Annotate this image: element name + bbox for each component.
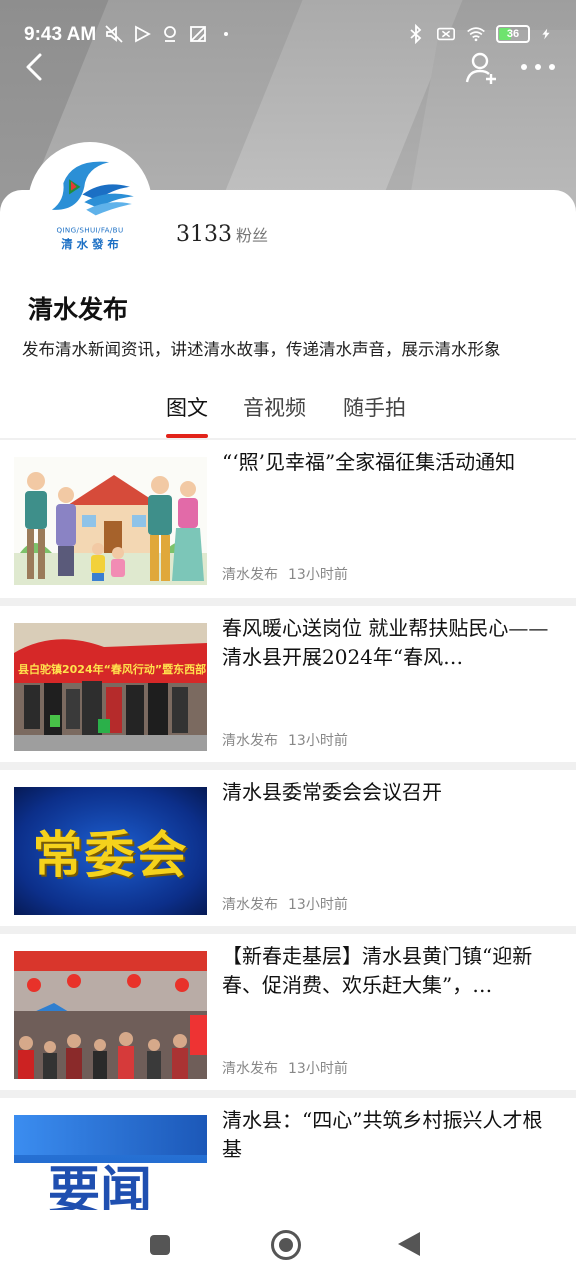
tab-image-text[interactable]: 图文 — [166, 392, 208, 422]
status-time: 9:43 AM — [24, 24, 97, 45]
divider — [0, 926, 576, 934]
article-source: 清水发布 — [222, 567, 278, 583]
back-icon[interactable] — [18, 50, 52, 84]
list-item[interactable]: 【新春走基层】清水县黄门镇“迎新春、促消费、欢乐赶大集”，… 清水发布 13小时前 — [0, 934, 576, 1090]
article-source: 清水发布 — [222, 733, 278, 749]
status-bar: 9:43 AM 36 — [0, 20, 576, 54]
wifi-icon — [467, 27, 485, 42]
location-icon — [164, 26, 176, 42]
article-thumbnail: 常委会 — [14, 787, 207, 915]
svg-text:QING/SHUI/FA/BU: QING/SHUI/FA/BU — [56, 226, 123, 235]
article-thumbnail: 县白驼镇2024年“春风行动”暨东西部 — [14, 623, 207, 751]
back-nav-button[interactable] — [398, 1232, 420, 1256]
mute-icon — [105, 25, 123, 43]
article-time: 13小时前 — [288, 897, 348, 913]
fans-count: 3133 — [176, 222, 232, 247]
article-time: 13小时前 — [288, 567, 348, 583]
add-user-icon[interactable] — [464, 50, 500, 86]
article-thumbnail — [14, 457, 207, 585]
battery-icon: 36 — [496, 25, 530, 43]
article-title[interactable]: 春风暖心送岗位 就业帮扶贴民心——清水县开展2024年“春风… — [222, 614, 558, 672]
article-time: 13小时前 — [288, 733, 348, 749]
profile-page: 9:43 AM 36 QING/SHUI/FA/BU 清 水 發 布 3133 … — [0, 0, 576, 1280]
divider — [0, 598, 576, 606]
home-button[interactable] — [271, 1230, 301, 1260]
more-icon[interactable] — [518, 56, 558, 78]
article-time: 13小时前 — [288, 1061, 348, 1077]
article-source: 清水发布 — [222, 897, 278, 913]
play-store-icon — [135, 25, 151, 43]
article-thumbnail — [14, 951, 207, 1079]
tab-audio-video[interactable]: 音视频 — [243, 392, 306, 422]
avatar[interactable]: QING/SHUI/FA/BU 清 水 發 布 — [28, 142, 152, 266]
battery-level: 36 — [506, 28, 520, 40]
dot-icon — [224, 32, 228, 36]
thumbnail-text: 常委会 — [32, 825, 189, 884]
article-meta: 清水发布 13小时前 — [222, 1058, 348, 1078]
fans-stat[interactable]: 3133 粉丝 — [176, 222, 268, 247]
charging-icon — [542, 28, 550, 40]
app-icon — [190, 26, 206, 42]
account-name: 清水发布 — [28, 295, 129, 324]
divider — [0, 762, 576, 770]
article-title[interactable]: “‘照’见幸福”全家福征集活动通知 — [222, 448, 558, 506]
system-nav-bar — [0, 1210, 576, 1280]
article-feed: “‘照’见幸福”全家福征集活动通知 清水发布 13小时前 县白驼镇2024年“春风… — [0, 438, 576, 1254]
fans-label: 粉丝 — [236, 226, 269, 245]
article-source: 清水发布 — [222, 1061, 278, 1077]
list-item[interactable]: 常委会 清水县委常委会会议召开 清水发布 13小时前 — [0, 770, 576, 926]
article-title[interactable]: 清水县：“四心”共筑乡村振兴人才根基 — [222, 1106, 558, 1164]
content-tabs: 图文 音视频 随手拍 — [0, 392, 576, 438]
article-title[interactable]: 清水县委常委会会议召开 — [222, 778, 558, 836]
article-meta: 清水发布 13小时前 — [222, 894, 348, 914]
thumbnail-banner-text: 县白驼镇2024年“春风行动”暨东西部 — [18, 662, 206, 676]
article-meta: 清水发布 13小时前 — [222, 564, 348, 584]
account-description: 发布清水新闻资讯，讲述清水故事，传递清水声音，展示清水形象 — [22, 340, 501, 359]
article-meta: 清水发布 13小时前 — [222, 730, 348, 750]
list-item[interactable]: “‘照’见幸福”全家福征集活动通知 清水发布 13小时前 — [0, 440, 576, 598]
divider — [0, 1090, 576, 1098]
recent-apps-button[interactable] — [150, 1235, 170, 1255]
list-item[interactable]: 县白驼镇2024年“春风行动”暨东西部 春风暖心送岗位 就业帮扶贴民心——清水县… — [0, 606, 576, 762]
bluetooth-icon — [410, 24, 422, 44]
sim-icon — [437, 27, 455, 41]
qingshui-logo: QING/SHUI/FA/BU 清 水 發 布 — [51, 161, 134, 251]
svg-text:清 水 發 布: 清 水 發 布 — [61, 237, 119, 251]
article-title[interactable]: 【新春走基层】清水县黄门镇“迎新春、促消费、欢乐赶大集”，… — [222, 942, 558, 1000]
tab-snapshots[interactable]: 随手拍 — [343, 392, 406, 422]
